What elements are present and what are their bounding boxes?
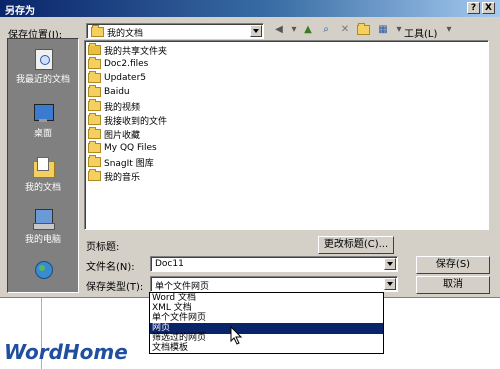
place-my-computer[interactable]: 我的电脑 [8, 209, 78, 245]
my-computer-icon [32, 209, 55, 230]
list-item[interactable]: 我的视频 [88, 99, 140, 113]
delete-icon[interactable]: ✕ [338, 23, 352, 37]
list-item[interactable]: 我接收到的文件 [88, 113, 167, 127]
folder-icon [88, 85, 101, 97]
cancel-button[interactable]: 取消 [416, 276, 490, 294]
change-title-button[interactable]: 更改标题(C)... [318, 236, 394, 254]
place-desktop[interactable]: 桌面 [8, 103, 78, 139]
dropdown-option[interactable]: 文档模板 [150, 343, 383, 353]
up-folder-icon[interactable]: ▲ [301, 23, 315, 37]
save-button[interactable]: 保存(S) [416, 256, 490, 274]
file-list[interactable]: 我的共享文件夹 Doc2.files Updater5 Baidu 我的视频 我… [84, 40, 489, 230]
place-network[interactable] [8, 261, 78, 284]
window-title: 另存为 [5, 6, 35, 17]
save-in-value: 我的文档 [107, 29, 144, 39]
folder-icon [88, 141, 101, 153]
mouse-cursor-icon [230, 326, 243, 345]
help-button[interactable]: ? [467, 2, 480, 14]
list-item[interactable]: 我的共享文件夹 [88, 43, 167, 57]
save-as-dialog: 另存为 ? X 保存位置(I): 我的文档 ◀ ▾ ▲ ⌕ ✕ ▦ ▾ 工具(L… [0, 0, 500, 298]
chevron-down-icon[interactable] [250, 25, 262, 37]
list-item[interactable]: My QQ Files [88, 141, 157, 155]
page-title-label: 页标题: [86, 242, 120, 253]
folder-icon [88, 127, 101, 139]
filetype-label: 保存类型(T): [86, 282, 144, 293]
shared-folder-icon [88, 43, 101, 55]
list-item[interactable]: Baidu [88, 85, 130, 99]
filename-input[interactable]: Doc11 [150, 256, 398, 272]
desktop-icon [32, 103, 54, 123]
folder-icon [91, 25, 104, 37]
folder-icon [88, 155, 101, 167]
filetype-select[interactable]: 单个文件网页 [150, 276, 398, 292]
folder-icon [88, 57, 101, 69]
list-item[interactable]: SnagIt 图库 [88, 155, 154, 169]
back-dropdown-icon[interactable]: ▾ [287, 23, 301, 37]
title-bar[interactable]: 另存为 ? X [0, 0, 500, 17]
new-folder-icon[interactable] [356, 23, 370, 37]
chevron-down-icon[interactable] [384, 278, 396, 290]
list-item[interactable]: 图片收藏 [88, 127, 140, 141]
close-button[interactable]: X [482, 2, 495, 14]
list-item[interactable]: Doc2.files [88, 57, 148, 71]
chevron-down-icon[interactable] [384, 258, 396, 270]
filetype-dropdown-list[interactable]: Word 文档 XML 文档 单个文件网页 网页 筛选过的网页 文档模板 [149, 292, 384, 354]
places-bar: 我最近的文档 桌面 我的文档 我的电脑 [7, 38, 79, 293]
watermark-logo: WordHome [4, 340, 128, 364]
filename-label: 文件名(N): [86, 262, 135, 273]
folder-icon [88, 99, 101, 111]
back-icon[interactable]: ◀ [272, 23, 286, 37]
recent-docs-icon [32, 49, 54, 70]
views-icon[interactable]: ▦ [376, 23, 390, 37]
place-recent[interactable]: 我最近的文档 [8, 49, 78, 85]
list-item[interactable]: Updater5 [88, 71, 146, 85]
folder-icon [88, 169, 101, 181]
tools-dropdown-icon[interactable]: ▾ [442, 23, 456, 37]
network-icon [32, 261, 54, 281]
save-in-combo[interactable]: 我的文档 [86, 23, 264, 39]
list-item[interactable]: 我的音乐 [88, 169, 140, 183]
folder-icon [88, 71, 101, 83]
folder-icon [88, 113, 101, 125]
search-web-icon[interactable]: ⌕ [319, 23, 333, 37]
my-documents-icon [32, 157, 55, 178]
place-my-documents[interactable]: 我的文档 [8, 157, 78, 193]
tools-menu[interactable]: 工具(L) [404, 25, 437, 40]
